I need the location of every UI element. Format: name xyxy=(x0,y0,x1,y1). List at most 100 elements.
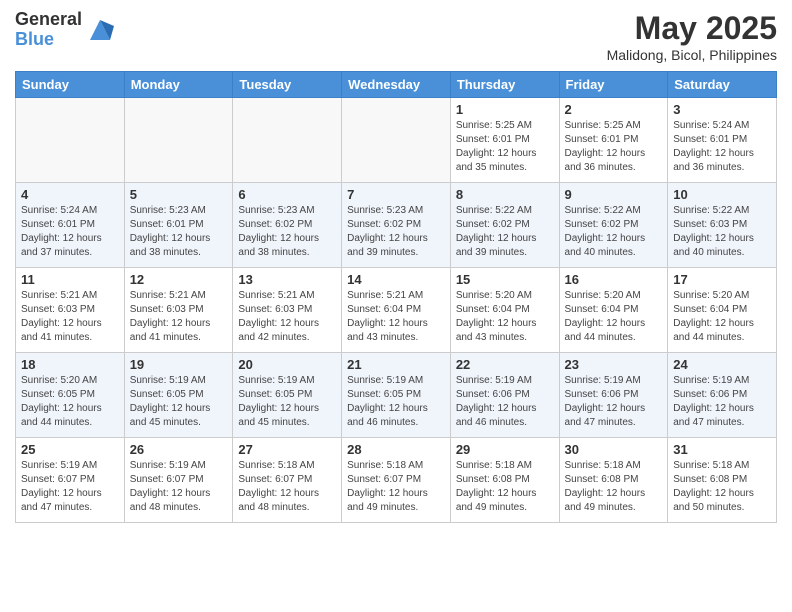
calendar-cell: 14 Sunrise: 5:21 AM Sunset: 6:04 PM Dayli… xyxy=(342,268,451,353)
header-saturday: Saturday xyxy=(668,72,777,98)
calendar-cell: 22Sunrise: 5:19 AM Sunset: 6:06 PM Dayli… xyxy=(450,353,559,438)
day-info: Sunrise: 5:25 AM Sunset: 6:01 PM Dayligh… xyxy=(565,119,663,175)
calendar-cell: 3 Sunrise: 5:24 AM Sunset: 6:01 PM Daylig… xyxy=(668,98,777,183)
calendar-cell: 2 Sunrise: 5:25 AM Sunset: 6:01 PM Daylig… xyxy=(559,98,668,183)
calendar-cell: 7 Sunrise: 5:23 AM Sunset: 6:02 PM Daylig… xyxy=(342,183,451,268)
day-info: Sunrise: 5:19 AM Sunset: 6:07 PM Dayligh… xyxy=(21,459,119,515)
day-info: Sunrise: 5:19 AM Sunset: 6:06 PM Dayligh… xyxy=(673,374,771,430)
week-row-2: 4Sunrise: 5:24 AM Sunset: 6:01 PM Daylig… xyxy=(16,183,777,268)
day-number: 21 xyxy=(347,357,445,372)
calendar-cell: 5Sunrise: 5:23 AM Sunset: 6:01 PM Daylig… xyxy=(124,183,233,268)
day-number: 3 xyxy=(673,102,771,117)
week-row-5: 25 Sunrise: 5:19 AM Sunset: 6:07 PM Dayli… xyxy=(16,438,777,523)
calendar: Sunday Monday Tuesday Wednesday Thursday… xyxy=(15,71,777,523)
day-info: Sunrise: 5:18 AM Sunset: 6:07 PM Dayligh… xyxy=(238,459,336,515)
day-number: 17 xyxy=(673,272,771,287)
calendar-cell: 28 Sunrise: 5:18 AM Sunset: 6:07 PM Dayli… xyxy=(342,438,451,523)
day-number: 13 xyxy=(238,272,336,287)
day-info: Sunrise: 5:24 AM Sunset: 6:01 PM Dayligh… xyxy=(673,119,771,175)
day-info: Sunrise: 5:25 AM Sunset: 6:01 PM Dayligh… xyxy=(456,119,554,175)
calendar-cell: 23 Sunrise: 5:19 AM Sunset: 6:06 PM Dayli… xyxy=(559,353,668,438)
day-number: 20 xyxy=(238,357,336,372)
day-info: Sunrise: 5:22 AM Sunset: 6:02 PM Dayligh… xyxy=(565,204,663,260)
day-info: Sunrise: 5:20 AM Sunset: 6:05 PM Dayligh… xyxy=(21,374,119,430)
day-number: 2 xyxy=(565,102,663,117)
logo: General Blue xyxy=(15,10,114,50)
day-info: Sunrise: 5:23 AM Sunset: 6:01 PM Dayligh… xyxy=(130,204,228,260)
day-number: 30 xyxy=(565,442,663,457)
header-tuesday: Tuesday xyxy=(233,72,342,98)
day-number: 9 xyxy=(565,187,663,202)
week-row-3: 11 Sunrise: 5:21 AM Sunset: 6:03 PM Dayli… xyxy=(16,268,777,353)
logo-general: General xyxy=(15,10,82,30)
day-info: Sunrise: 5:21 AM Sunset: 6:03 PM Dayligh… xyxy=(130,289,228,345)
calendar-cell: 20 Sunrise: 5:19 AM Sunset: 6:05 PM Dayli… xyxy=(233,353,342,438)
day-info: Sunrise: 5:20 AM Sunset: 6:04 PM Dayligh… xyxy=(565,289,663,345)
header-friday: Friday xyxy=(559,72,668,98)
day-number: 4 xyxy=(21,187,119,202)
day-number: 6 xyxy=(238,187,336,202)
day-number: 18 xyxy=(21,357,119,372)
calendar-cell: 9 Sunrise: 5:22 AM Sunset: 6:02 PM Daylig… xyxy=(559,183,668,268)
day-info: Sunrise: 5:19 AM Sunset: 6:05 PM Dayligh… xyxy=(130,374,228,430)
day-number: 27 xyxy=(238,442,336,457)
calendar-cell xyxy=(16,98,125,183)
header-thursday: Thursday xyxy=(450,72,559,98)
day-info: Sunrise: 5:21 AM Sunset: 6:04 PM Dayligh… xyxy=(347,289,445,345)
day-number: 8 xyxy=(456,187,554,202)
day-info: Sunrise: 5:19 AM Sunset: 6:07 PM Dayligh… xyxy=(130,459,228,515)
day-info: Sunrise: 5:20 AM Sunset: 6:04 PM Dayligh… xyxy=(673,289,771,345)
day-info: Sunrise: 5:21 AM Sunset: 6:03 PM Dayligh… xyxy=(238,289,336,345)
day-info: Sunrise: 5:21 AM Sunset: 6:03 PM Dayligh… xyxy=(21,289,119,345)
day-number: 15 xyxy=(456,272,554,287)
day-number: 14 xyxy=(347,272,445,287)
day-number: 16 xyxy=(565,272,663,287)
title-area: May 2025 Malidong, Bicol, Philippines xyxy=(607,10,777,63)
day-info: Sunrise: 5:18 AM Sunset: 6:08 PM Dayligh… xyxy=(456,459,554,515)
page-container: General Blue May 2025 Malidong, Bicol, P… xyxy=(0,0,792,533)
day-number: 29 xyxy=(456,442,554,457)
day-number: 31 xyxy=(673,442,771,457)
calendar-cell: 8 Sunrise: 5:22 AM Sunset: 6:02 PM Daylig… xyxy=(450,183,559,268)
day-info: Sunrise: 5:20 AM Sunset: 6:04 PM Dayligh… xyxy=(456,289,554,345)
calendar-cell: 29 Sunrise: 5:18 AM Sunset: 6:08 PM Dayli… xyxy=(450,438,559,523)
day-number: 7 xyxy=(347,187,445,202)
calendar-cell xyxy=(342,98,451,183)
location: Malidong, Bicol, Philippines xyxy=(607,47,777,63)
calendar-cell: 12 Sunrise: 5:21 AM Sunset: 6:03 PM Dayli… xyxy=(124,268,233,353)
day-info: Sunrise: 5:19 AM Sunset: 6:05 PM Dayligh… xyxy=(347,374,445,430)
day-number: 25 xyxy=(21,442,119,457)
week-row-1: 1 Sunrise: 5:25 AM Sunset: 6:01 PM Daylig… xyxy=(16,98,777,183)
day-number: 23 xyxy=(565,357,663,372)
calendar-cell: 4Sunrise: 5:24 AM Sunset: 6:01 PM Daylig… xyxy=(16,183,125,268)
header-sunday: Sunday xyxy=(16,72,125,98)
calendar-cell: 31Sunrise: 5:18 AM Sunset: 6:08 PM Dayli… xyxy=(668,438,777,523)
day-info: Sunrise: 5:19 AM Sunset: 6:06 PM Dayligh… xyxy=(565,374,663,430)
calendar-cell: 13 Sunrise: 5:21 AM Sunset: 6:03 PM Dayli… xyxy=(233,268,342,353)
day-number: 11 xyxy=(21,272,119,287)
calendar-cell: 17 Sunrise: 5:20 AM Sunset: 6:04 PM Dayli… xyxy=(668,268,777,353)
day-info: Sunrise: 5:18 AM Sunset: 6:07 PM Dayligh… xyxy=(347,459,445,515)
day-info: Sunrise: 5:22 AM Sunset: 6:03 PM Dayligh… xyxy=(673,204,771,260)
day-number: 10 xyxy=(673,187,771,202)
header-monday: Monday xyxy=(124,72,233,98)
day-number: 28 xyxy=(347,442,445,457)
calendar-cell: 26 Sunrise: 5:19 AM Sunset: 6:07 PM Dayli… xyxy=(124,438,233,523)
day-number: 24 xyxy=(673,357,771,372)
day-number: 1 xyxy=(456,102,554,117)
day-info: Sunrise: 5:19 AM Sunset: 6:05 PM Dayligh… xyxy=(238,374,336,430)
calendar-cell: 18 Sunrise: 5:20 AM Sunset: 6:05 PM Dayli… xyxy=(16,353,125,438)
day-info: Sunrise: 5:22 AM Sunset: 6:02 PM Dayligh… xyxy=(456,204,554,260)
calendar-cell: 6 Sunrise: 5:23 AM Sunset: 6:02 PM Daylig… xyxy=(233,183,342,268)
weekday-header-row: Sunday Monday Tuesday Wednesday Thursday… xyxy=(16,72,777,98)
day-number: 12 xyxy=(130,272,228,287)
calendar-cell xyxy=(124,98,233,183)
day-info: Sunrise: 5:23 AM Sunset: 6:02 PM Dayligh… xyxy=(347,204,445,260)
day-number: 22 xyxy=(456,357,554,372)
calendar-cell: 19Sunrise: 5:19 AM Sunset: 6:05 PM Dayli… xyxy=(124,353,233,438)
calendar-cell: 30 Sunrise: 5:18 AM Sunset: 6:08 PM Dayli… xyxy=(559,438,668,523)
day-number: 26 xyxy=(130,442,228,457)
day-info: Sunrise: 5:23 AM Sunset: 6:02 PM Dayligh… xyxy=(238,204,336,260)
day-info: Sunrise: 5:18 AM Sunset: 6:08 PM Dayligh… xyxy=(565,459,663,515)
month-title: May 2025 xyxy=(607,10,777,47)
